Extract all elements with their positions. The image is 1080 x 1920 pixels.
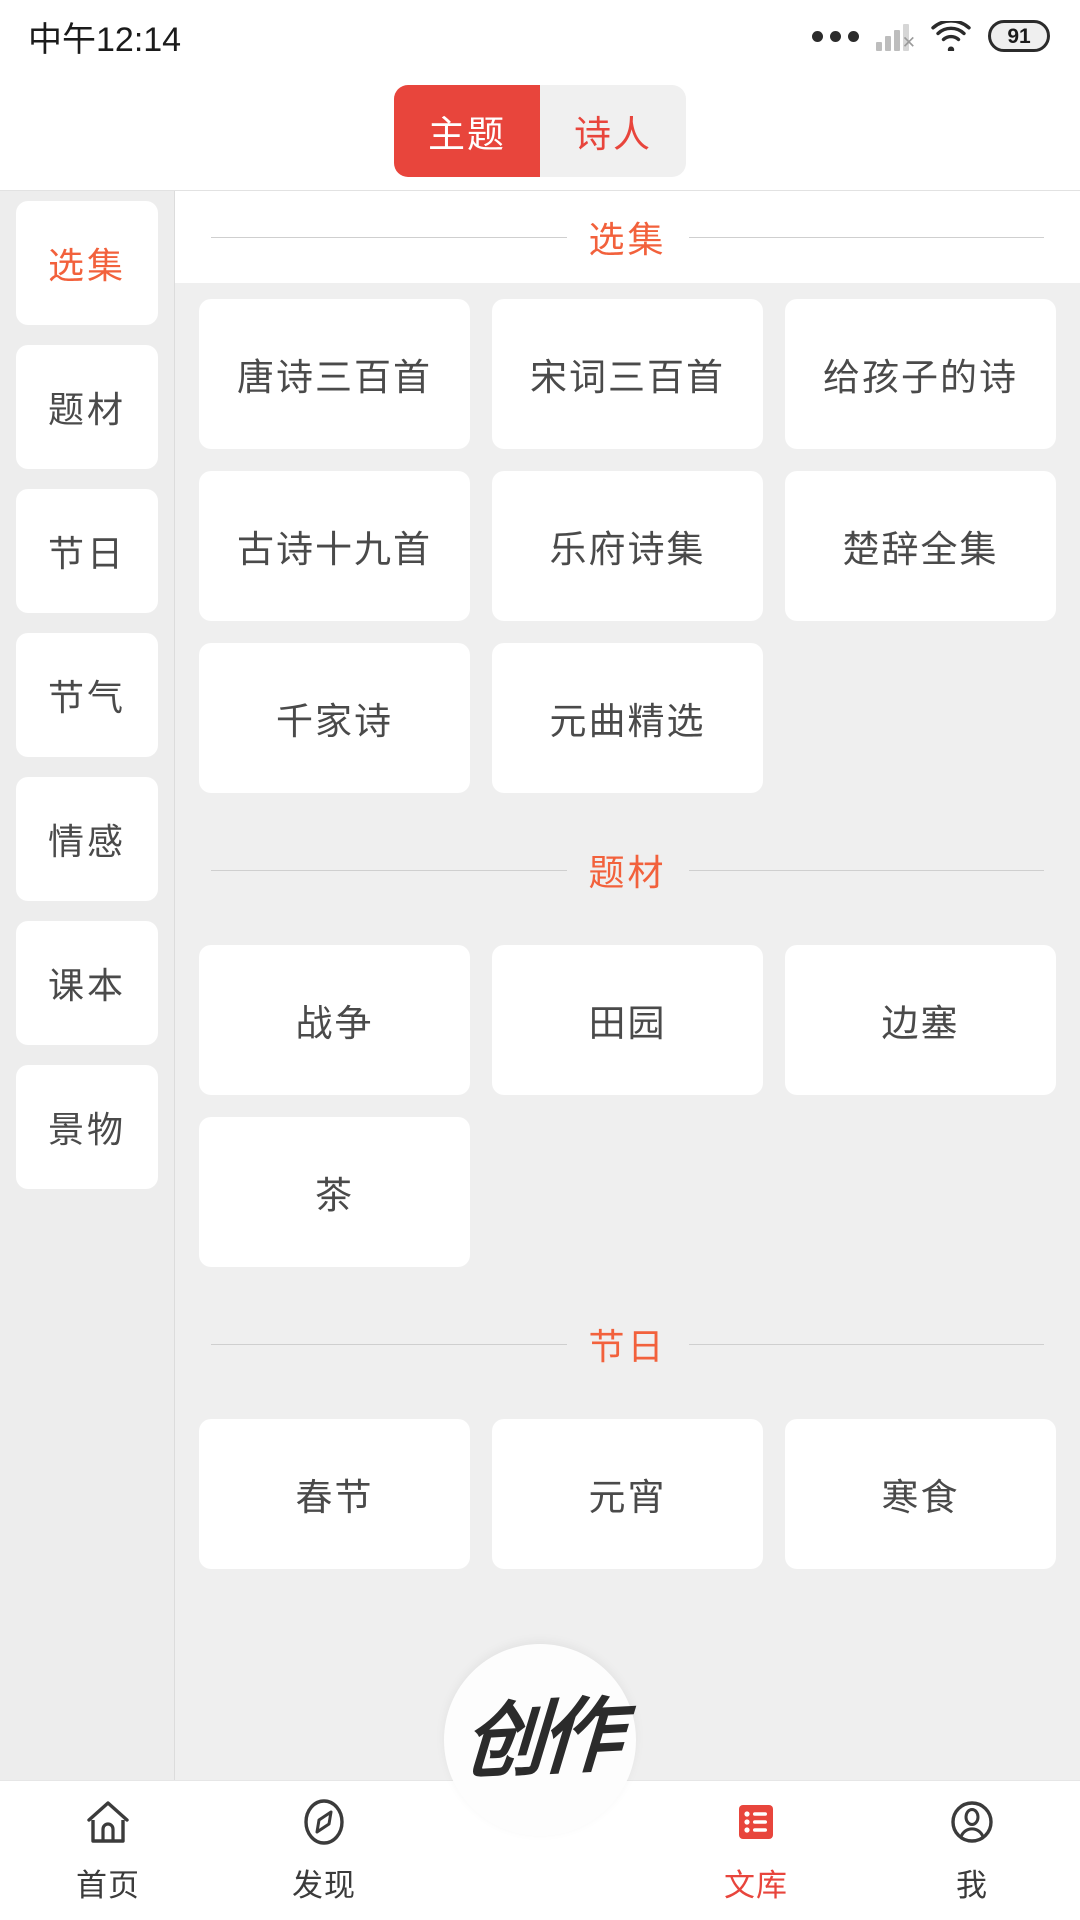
sidebar-item-subject[interactable]: 题材: [16, 345, 158, 469]
card-placeholder: [785, 1117, 1056, 1267]
section-title: 题材: [588, 852, 667, 893]
divider-right: [688, 1343, 1045, 1345]
card-item[interactable]: 千家诗: [199, 643, 470, 793]
create-fab[interactable]: 创作: [444, 1644, 636, 1836]
card-item[interactable]: 战争: [199, 945, 470, 1095]
signal-off-icon: ✕: [876, 21, 916, 51]
card-item[interactable]: 寒食: [785, 1419, 1056, 1569]
sidebar-item-emotion[interactable]: 情感: [16, 777, 158, 901]
card-item[interactable]: 古诗十九首: [199, 471, 470, 621]
card-placeholder: [785, 643, 1056, 793]
segmented-control: 主题 诗人: [394, 85, 686, 177]
section-header-festival: 节日: [175, 1285, 1080, 1403]
section-header-subject: 题材: [175, 811, 1080, 929]
divider-left: [211, 236, 567, 238]
battery-level: 91: [1007, 24, 1031, 48]
category-sidebar[interactable]: 选集 题材 节日 节气 情感 课本 景物: [0, 191, 175, 1780]
divider-left: [211, 1343, 567, 1345]
create-fab-label: 创作: [461, 1690, 619, 1789]
nav-label: 发现: [292, 1868, 356, 1903]
card-item[interactable]: 田园: [492, 945, 763, 1095]
nav-label: 文库: [724, 1868, 788, 1903]
status-time: 中午12:14: [28, 20, 182, 59]
card-grid-anthology: 唐诗三百首 宋词三百首 给孩子的诗 古诗十九首 乐府诗集 楚辞全集 千家诗 元曲…: [175, 283, 1080, 811]
card-item[interactable]: 给孩子的诗: [785, 299, 1056, 449]
sidebar-item-anthology[interactable]: 选集: [16, 201, 158, 325]
divider-left: [211, 869, 567, 871]
home-icon: [82, 1796, 134, 1848]
card-item[interactable]: 唐诗三百首: [199, 299, 470, 449]
tab-theme[interactable]: 主题: [394, 85, 540, 177]
sidebar-item-festival[interactable]: 节日: [16, 489, 158, 613]
section-header-anthology: 选集: [175, 191, 1080, 283]
nav-label: 我: [956, 1868, 988, 1903]
content-area: 选集 题材 节日 节气 情感 课本 景物 选集 唐诗三百首 宋词三百首 给孩子的…: [0, 190, 1080, 1780]
nav-label: 首页: [76, 1868, 140, 1903]
nav-item-library[interactable]: 文库: [648, 1781, 864, 1920]
divider-right: [688, 869, 1045, 871]
sidebar-item-solarterm[interactable]: 节气: [16, 633, 158, 757]
card-grid-festival: 春节 元宵 寒食: [175, 1403, 1080, 1587]
nav-item-home[interactable]: 首页: [0, 1781, 216, 1920]
battery-icon: 91: [988, 20, 1050, 52]
card-item[interactable]: 宋词三百首: [492, 299, 763, 449]
card-grid-subject: 战争 田园 边塞 茶: [175, 929, 1080, 1285]
card-placeholder: [492, 1117, 763, 1267]
section-title: 选集: [588, 219, 667, 260]
category-list[interactable]: 选集 唐诗三百首 宋词三百首 给孩子的诗 古诗十九首 乐府诗集 楚辞全集 千家诗…: [175, 191, 1080, 1780]
profile-icon: [946, 1796, 998, 1848]
card-item[interactable]: 楚辞全集: [785, 471, 1056, 621]
status-icons: ✕ 91: [812, 19, 1050, 53]
card-item[interactable]: 元曲精选: [492, 643, 763, 793]
library-list-icon: [730, 1796, 782, 1848]
card-item[interactable]: 元宵: [492, 1419, 763, 1569]
sidebar-item-textbook[interactable]: 课本: [16, 921, 158, 1045]
card-item[interactable]: 边塞: [785, 945, 1056, 1095]
section-title: 节日: [588, 1326, 667, 1367]
more-dots-icon: [812, 30, 859, 42]
top-tab-bar: 主题 诗人: [0, 72, 1080, 190]
wifi-icon: [931, 19, 971, 53]
status-bar: 中午12:14 ✕ 91: [0, 0, 1080, 72]
compass-icon: [298, 1796, 350, 1848]
card-item[interactable]: 春节: [199, 1419, 470, 1569]
sidebar-item-scenery[interactable]: 景物: [16, 1065, 158, 1189]
card-item[interactable]: 乐府诗集: [492, 471, 763, 621]
tab-poet[interactable]: 诗人: [540, 85, 686, 177]
nav-item-discover[interactable]: 发现: [216, 1781, 432, 1920]
card-item[interactable]: 茶: [199, 1117, 470, 1267]
nav-item-profile[interactable]: 我: [864, 1781, 1080, 1920]
divider-right: [688, 236, 1045, 238]
app-root: 中午12:14 ✕ 91 主题 诗人 选集 题材 节日 节气 情感 课本 景物 …: [0, 0, 1080, 1920]
